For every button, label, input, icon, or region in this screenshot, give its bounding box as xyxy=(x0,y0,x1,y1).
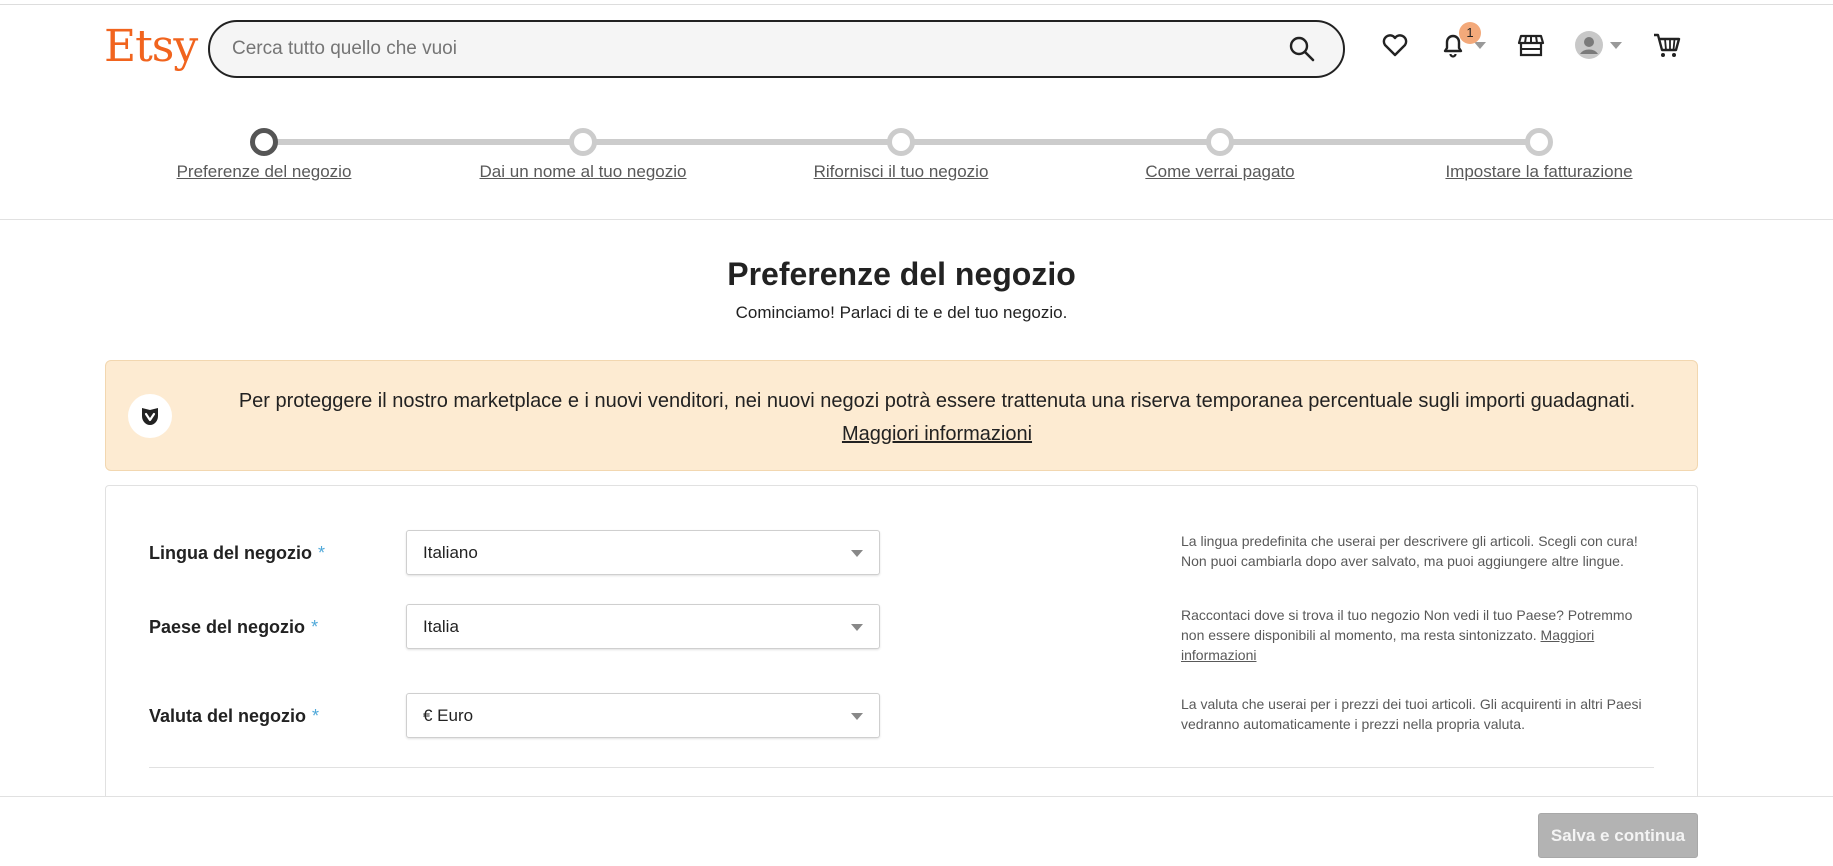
chevron-down-icon xyxy=(851,550,863,557)
search-input[interactable] xyxy=(210,22,1287,76)
step-fatturazione[interactable]: Impostare la fatturazione xyxy=(1445,162,1632,182)
heart-icon xyxy=(1382,34,1408,57)
shop-language-label-text: Lingua del negozio xyxy=(149,543,312,563)
shop-language-help: La lingua predefinita che userai per des… xyxy=(1181,533,1638,569)
step-3-indicator xyxy=(887,128,915,156)
shop-currency-select[interactable]: € Euro xyxy=(406,693,880,738)
shield-icon xyxy=(142,408,158,425)
shop-language-select[interactable]: Italiano xyxy=(406,530,880,575)
shop-country-label: Paese del negozio * xyxy=(149,617,318,638)
shop-currency-label: Valuta del negozio * xyxy=(149,706,319,727)
cart-icon xyxy=(1654,33,1681,57)
cart-button[interactable] xyxy=(1652,30,1682,60)
required-marker: * xyxy=(312,706,320,726)
shop-country-select[interactable]: Italia xyxy=(406,604,880,649)
page-subtitle: Cominciamo! Parlaci di te e del tuo nego… xyxy=(735,303,1068,322)
notification-badge: 1 xyxy=(1459,22,1481,44)
reserve-info-banner: Per proteggere il nostro marketplace e i… xyxy=(105,360,1698,471)
search-icon[interactable] xyxy=(1287,34,1317,64)
search-bar xyxy=(208,20,1345,78)
shop-currency-value: € Euro xyxy=(423,705,474,725)
page-title: Preferenze del negozio xyxy=(727,256,1076,292)
page: Etsy 1 xyxy=(0,0,1833,866)
chevron-down-icon xyxy=(1474,41,1486,49)
shield-icon-wrapper xyxy=(128,394,172,438)
shop-currency-label-text: Valuta del negozio xyxy=(149,706,307,726)
step-4-indicator xyxy=(1206,128,1234,156)
step-2-indicator xyxy=(569,128,597,156)
step-pagamento[interactable]: Come verrai pagato xyxy=(1145,162,1294,182)
step-1-indicator xyxy=(250,128,278,156)
chevron-down-icon xyxy=(851,713,863,720)
required-marker: * xyxy=(311,617,319,637)
chevron-down-icon xyxy=(1610,41,1622,49)
shop-country-value: Italia xyxy=(423,616,459,636)
avatar xyxy=(1575,31,1603,59)
step-rifornisci[interactable]: Rifornisci il tuo negozio xyxy=(814,162,989,182)
step-preferenze[interactable]: Preferenze del negozio xyxy=(177,162,352,182)
shop-manager-button[interactable] xyxy=(1516,30,1546,60)
shop-country-help: Raccontaci dove si trova il tuo negozio … xyxy=(1181,605,1656,665)
step-5-indicator xyxy=(1525,128,1553,156)
shop-icon xyxy=(1517,34,1545,57)
account-button[interactable] xyxy=(1574,30,1622,60)
favorites-button[interactable] xyxy=(1380,30,1410,60)
banner-text: Per proteggere il nostro marketplace e i… xyxy=(202,385,1672,451)
form-divider xyxy=(149,767,1654,768)
banner-message: Per proteggere il nostro marketplace e i… xyxy=(238,390,1636,412)
shop-language-label: Lingua del negozio * xyxy=(149,543,325,564)
top-border xyxy=(0,4,1833,5)
shop-currency-help: La valuta che userai per i prezzi dei tu… xyxy=(1181,696,1642,732)
chevron-down-icon xyxy=(851,624,863,631)
save-and-continue-button[interactable]: Salva e continua xyxy=(1538,813,1698,858)
required-marker: * xyxy=(318,543,326,563)
etsy-logo[interactable]: Etsy xyxy=(104,20,198,74)
shop-language-value: Italiano xyxy=(423,542,478,562)
banner-more-info-link[interactable]: Maggiori informazioni xyxy=(842,418,1032,451)
shop-country-label-text: Paese del negozio xyxy=(149,617,306,637)
header-divider xyxy=(0,219,1833,220)
step-nome-negozio[interactable]: Dai un nome al tuo negozio xyxy=(480,162,687,182)
